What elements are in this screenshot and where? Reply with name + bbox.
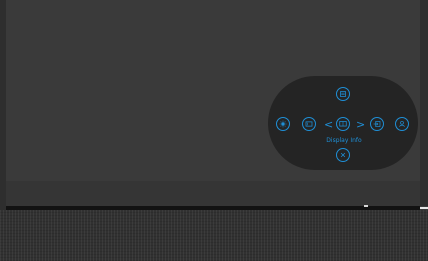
- power-led: [364, 205, 368, 207]
- bezel-highlight: [420, 207, 428, 209]
- osd-menu-launcher: < > Display Info: [268, 76, 418, 170]
- display-info-icon[interactable]: [336, 117, 350, 131]
- monitor-stand-base: [0, 210, 428, 261]
- brightness-icon[interactable]: [276, 117, 290, 131]
- monitor-right-edge: [420, 0, 428, 206]
- menu-icon[interactable]: [336, 87, 350, 101]
- user-icon[interactable]: [395, 117, 409, 131]
- chevron-right-icon[interactable]: >: [356, 119, 365, 130]
- chevron-left-icon[interactable]: <: [324, 119, 333, 130]
- monitor-lower-strip: [6, 181, 420, 206]
- exit-icon[interactable]: [370, 117, 384, 131]
- close-icon[interactable]: [336, 148, 350, 162]
- selected-item-label: Display Info: [326, 137, 362, 144]
- input-source-icon[interactable]: [302, 117, 316, 131]
